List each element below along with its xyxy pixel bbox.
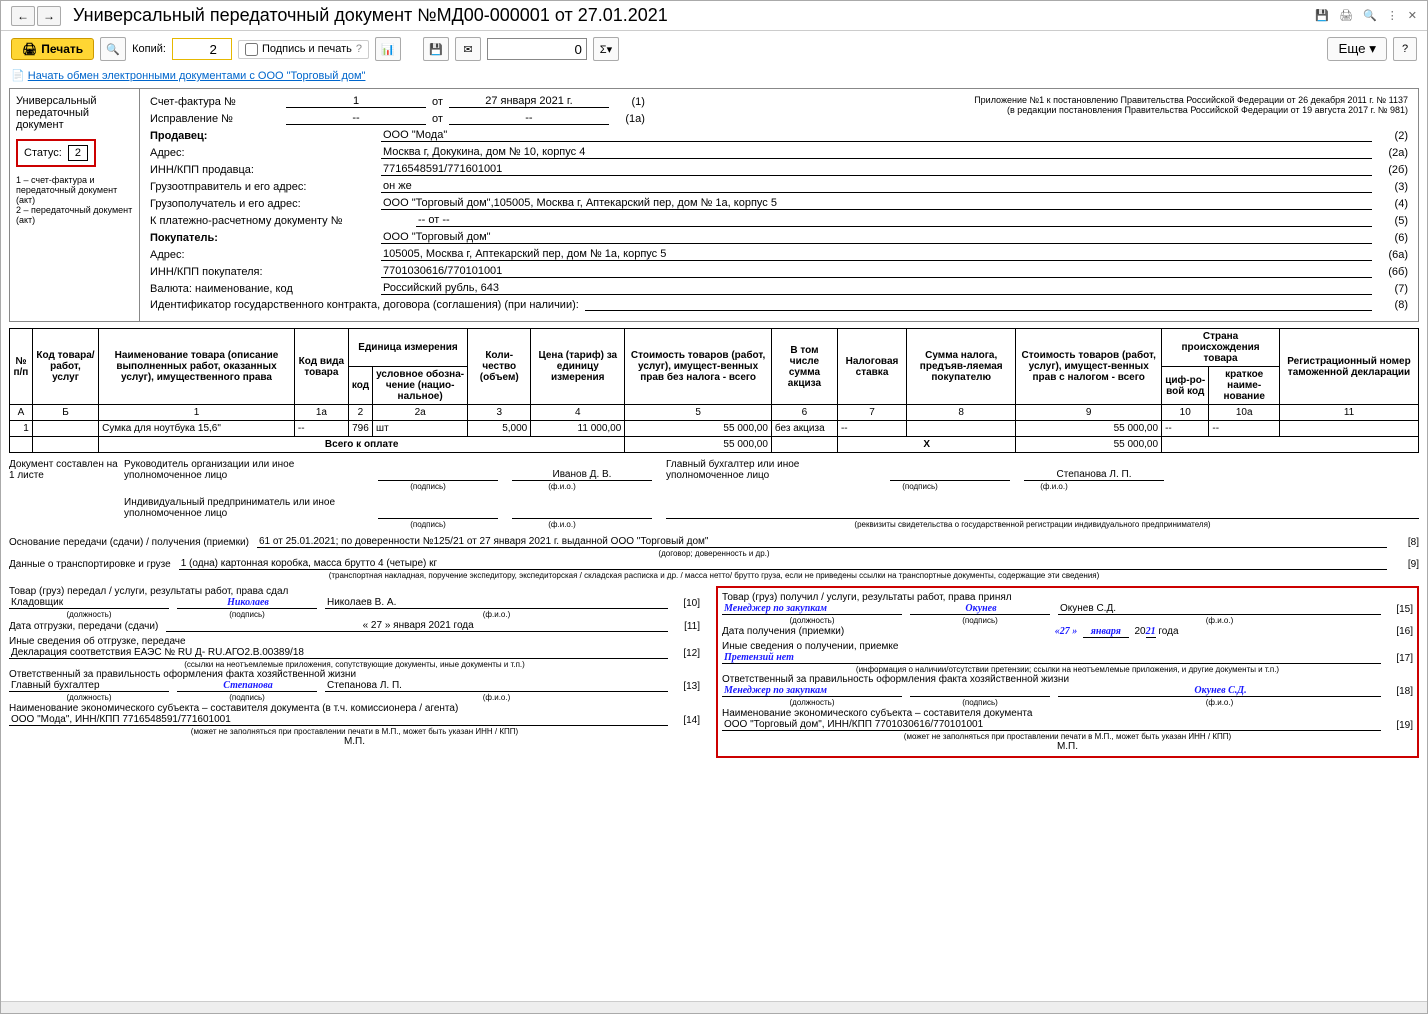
document-content: Универсальныйпередаточныйдокумент Статус… [1, 88, 1427, 1001]
number-input[interactable] [487, 38, 587, 60]
forward-button[interactable]: → [37, 6, 61, 26]
print-button[interactable]: 🖨 Печать [11, 38, 94, 60]
transfer-block: Товар (груз) передал / услуги, результат… [9, 586, 700, 758]
status-box: Статус: 2 [16, 139, 96, 167]
search-icon[interactable]: 🔍 [1363, 9, 1377, 22]
titlebar: ← → Универсальный передаточный документ … [1, 1, 1427, 31]
sign-print-toggle[interactable]: Подпись и печать ? [238, 40, 369, 59]
horizontal-scrollbar[interactable] [1, 1001, 1427, 1013]
save-icon[interactable]: 💾 [1315, 9, 1329, 22]
toolbar: 🖨 Печать 🔍 Копий: Подпись и печать ? 📊 💾… [1, 31, 1427, 67]
window-title: Универсальный передаточный документ №МД0… [73, 5, 1315, 26]
items-table: № п/пКод товара/ работ, услуг Наименован… [9, 328, 1419, 453]
receive-block: Товар (груз) получил / услуги, результат… [716, 586, 1419, 758]
spreadsheet-button[interactable]: 📊 [375, 37, 401, 61]
mail-button[interactable]: ✉ [455, 37, 481, 61]
sigma-button[interactable]: Σ▾ [593, 37, 619, 61]
more-button[interactable]: Еще ▾ [1327, 37, 1387, 61]
help-button[interactable]: ? [1393, 37, 1417, 61]
copies-input[interactable] [172, 38, 232, 60]
copies-label: Копий: [132, 43, 166, 55]
close-icon[interactable]: ✕ [1408, 9, 1417, 22]
preview-button[interactable]: 🔍 [100, 37, 126, 61]
edo-link[interactable]: Начать обмен электронными документами с … [28, 70, 366, 82]
print-icon[interactable]: 🖨 [1339, 9, 1353, 22]
back-button[interactable]: ← [11, 6, 35, 26]
sign-print-checkbox[interactable] [245, 43, 258, 56]
status-legend: 1 – счет-фактура и передаточный документ… [16, 175, 133, 225]
left-column: Универсальныйпередаточныйдокумент Статус… [10, 89, 140, 321]
save2-button[interactable]: 💾 [423, 37, 449, 61]
linkbar: 📄 Начать обмен электронными документами … [1, 67, 1427, 88]
table-row: 1 Сумка для ноутбука 15,6"-- 796шт 5,000… [10, 421, 1419, 437]
kebab-icon[interactable]: ⋮ [1387, 9, 1398, 22]
status-value: 2 [68, 145, 88, 161]
